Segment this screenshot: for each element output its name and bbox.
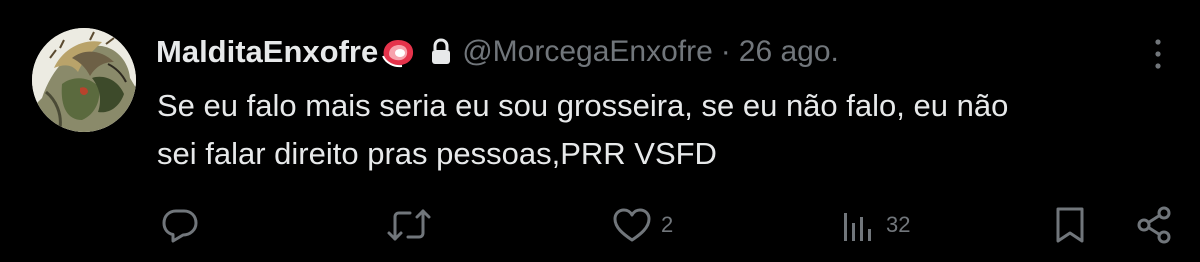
reply-button[interactable] [160, 200, 208, 250]
tweet-text: Se eu falo mais seria eu sou grosseira, … [157, 82, 1177, 178]
retweet-icon [386, 205, 432, 245]
header-separator: · [720, 35, 731, 68]
tweet-text-line: Se eu falo mais seria eu sou grosseira, … [157, 88, 1009, 123]
reply-icon [160, 205, 200, 245]
more-vertical-icon[interactable] [1148, 36, 1168, 72]
tweet-text-line: sei falar direito pras pessoas,PRR VSFD [157, 136, 717, 171]
views-icon [838, 205, 878, 245]
like-count: 2 [661, 212, 674, 237]
display-name[interactable]: MalditaEnxofre [156, 34, 378, 70]
meat-emoji-icon [380, 36, 416, 68]
tweet-card[interactable]: MalditaEnxofre @MorcegaEnxofre · 26 ago. [0, 0, 1200, 262]
like-button[interactable]: 2 [611, 200, 673, 250]
tweet-date[interactable]: 26 ago. [739, 35, 839, 69]
share-icon [1134, 205, 1174, 245]
retweet-button[interactable] [386, 200, 440, 250]
tweet-actions: 2 32 [0, 200, 1200, 250]
lock-icon [430, 38, 452, 66]
bookmark-icon [1050, 205, 1090, 245]
views-button[interactable]: 32 [838, 200, 910, 250]
share-button[interactable] [1134, 200, 1174, 250]
heart-icon [611, 205, 653, 245]
bookmark-button[interactable] [1050, 200, 1090, 250]
tweet-header: MalditaEnxofre @MorcegaEnxofre · 26 ago. [156, 30, 839, 74]
avatar[interactable] [32, 28, 136, 132]
views-count: 32 [886, 212, 911, 237]
author-handle[interactable]: @MorcegaEnxofre [462, 35, 713, 69]
